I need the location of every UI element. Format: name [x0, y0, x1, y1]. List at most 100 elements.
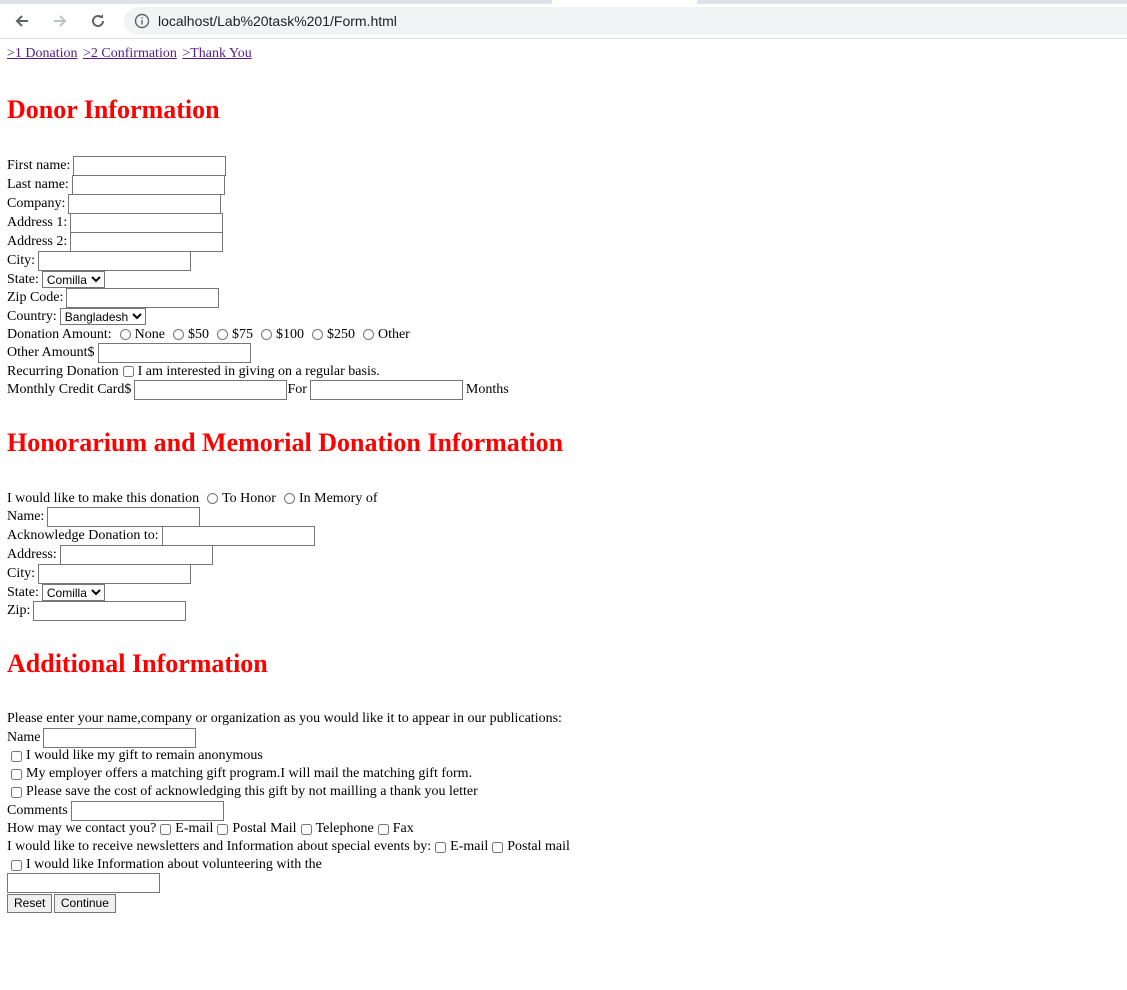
amount-radio-250[interactable]: [311, 329, 323, 341]
recurring-checkbox[interactable]: [122, 366, 134, 378]
comments-input[interactable]: [70, 801, 224, 822]
contact-postal-checkbox[interactable]: [217, 824, 229, 836]
contact-email-label: E-mail: [175, 821, 214, 837]
honor-heading: Honorarium and Memorial Donation Informa…: [7, 427, 564, 457]
reload-button[interactable]: [82, 5, 114, 37]
amount-other-label: Other: [377, 326, 410, 342]
amount-none-label: None: [134, 326, 165, 342]
arrow-right-icon: [54, 15, 67, 27]
honor-intro: I would like to make this donation: [7, 490, 200, 506]
step-links: >1 Donation >2 Confirmation >Thank You: [7, 45, 1120, 63]
monthly-label: Monthly Credit Card$: [7, 382, 132, 398]
for-label: For: [287, 382, 307, 398]
active-tab[interactable]: [552, 0, 697, 4]
form-buttons: Reset Continue: [7, 893, 1120, 914]
first-name-label: First name:: [7, 158, 71, 174]
contact-email-checkbox[interactable]: [160, 824, 172, 836]
reload-icon: [92, 14, 104, 27]
anonymous-label: I would like my gift to remain anonymous: [26, 748, 263, 764]
company-label: Company:: [7, 196, 66, 212]
newsletter-postal-label: Postal mail: [507, 839, 570, 855]
contact-postal-label: Postal Mail: [232, 821, 297, 837]
country-label: Country:: [7, 308, 57, 324]
honor-zip-input[interactable]: [33, 601, 187, 622]
honor-address-input[interactable]: [59, 545, 213, 566]
recurring-label: Recurring Donation: [7, 363, 119, 379]
save-cost-label: Please save the cost of acknowledging th…: [26, 784, 478, 800]
contact-fax-checkbox[interactable]: [377, 824, 389, 836]
acknowledge-input[interactable]: [161, 526, 315, 547]
newsletter-postal-checkbox[interactable]: [492, 842, 504, 854]
honor-city-input[interactable]: [38, 564, 192, 585]
continue-button[interactable]: Continue: [53, 893, 116, 913]
state-select[interactable]: Comilla: [41, 271, 105, 289]
honor-zip-label: Zip:: [7, 603, 31, 619]
honor-city-label: City:: [7, 566, 36, 582]
step-link-donation[interactable]: >1 Donation: [7, 46, 78, 61]
additional-name-label: Name: [7, 729, 41, 745]
months-label: Months: [465, 382, 509, 398]
contact-telephone-checkbox[interactable]: [300, 824, 312, 836]
first-name-input[interactable]: [73, 156, 227, 177]
volunteer-input[interactable]: [7, 873, 160, 894]
last-name-input[interactable]: [71, 175, 225, 196]
other-amount-input[interactable]: [97, 343, 251, 364]
amount-50-label: $50: [187, 326, 209, 342]
acknowledge-label: Acknowledge Donation to:: [7, 528, 159, 544]
employer-checkbox[interactable]: [11, 769, 22, 781]
amount-radio-100[interactable]: [260, 329, 272, 341]
address1-label: Address 1:: [7, 215, 68, 231]
in-memory-label: In Memory of: [298, 490, 378, 506]
to-honor-radio[interactable]: [207, 493, 219, 505]
anonymous-checkbox[interactable]: [11, 751, 22, 763]
donation-amount-label: Donation Amount:: [7, 326, 112, 342]
honor-state-label: State:: [7, 584, 39, 600]
last-name-label: Last name:: [7, 177, 69, 193]
zip-input[interactable]: [66, 288, 220, 309]
save-cost-checkbox[interactable]: [11, 787, 22, 799]
reset-button[interactable]: Reset: [7, 893, 53, 913]
zip-label: Zip Code:: [7, 290, 64, 306]
honor-name-input[interactable]: [47, 507, 201, 528]
back-button[interactable]: [6, 5, 38, 37]
additional-intro: Please enter your name,company or organi…: [7, 711, 562, 727]
in-memory-radio[interactable]: [283, 493, 295, 505]
volunteer-label: I would like Information about volunteer…: [26, 856, 322, 872]
monthly-input[interactable]: [134, 380, 288, 401]
honor-address-label: Address:: [7, 547, 57, 563]
volunteer-checkbox[interactable]: [11, 859, 22, 871]
forward-button[interactable]: [44, 5, 76, 37]
info-icon: [134, 13, 150, 29]
address-bar[interactable]: localhost/Lab%20task%201/Form.html: [124, 7, 1127, 35]
tab-strip: [0, 0, 1127, 4]
address2-label: Address 2:: [7, 234, 68, 250]
browser-toolbar: localhost/Lab%20task%201/Form.html: [0, 4, 1127, 39]
country-select[interactable]: Bangladesh: [59, 308, 146, 326]
company-input[interactable]: [68, 194, 222, 215]
additional-name-input[interactable]: [43, 728, 197, 749]
amount-radio-other[interactable]: [362, 329, 374, 341]
step-link-thank-you[interactable]: >Thank You: [182, 46, 251, 61]
additional-heading: Additional Information: [7, 648, 268, 678]
city-input[interactable]: [38, 251, 192, 272]
page-content: >1 Donation >2 Confirmation >Thank You D…: [0, 39, 1127, 919]
comments-label: Comments: [7, 802, 68, 818]
city-label: City:: [7, 253, 36, 269]
honor-state-select[interactable]: Comilla: [41, 584, 105, 602]
address2-input[interactable]: [70, 232, 224, 253]
amount-250-label: $250: [326, 326, 355, 342]
step-link-confirmation[interactable]: >2 Confirmation: [83, 46, 177, 61]
contact-label: How may we contact you?: [7, 821, 157, 837]
amount-radio-none[interactable]: [119, 329, 131, 341]
other-amount-label: Other Amount$: [7, 345, 95, 361]
contact-fax-label: Fax: [392, 821, 414, 837]
newsletter-email-checkbox[interactable]: [435, 842, 447, 854]
newsletter-label: I would like to receive newsletters and …: [7, 839, 432, 855]
months-input[interactable]: [309, 380, 463, 401]
newsletter-email-label: E-mail: [450, 839, 489, 855]
amount-radio-75[interactable]: [216, 329, 228, 341]
address1-input[interactable]: [70, 213, 224, 234]
url-text: localhost/Lab%20task%201/Form.html: [158, 12, 397, 29]
honor-name-label: Name:: [7, 509, 45, 525]
amount-radio-50[interactable]: [172, 329, 184, 341]
